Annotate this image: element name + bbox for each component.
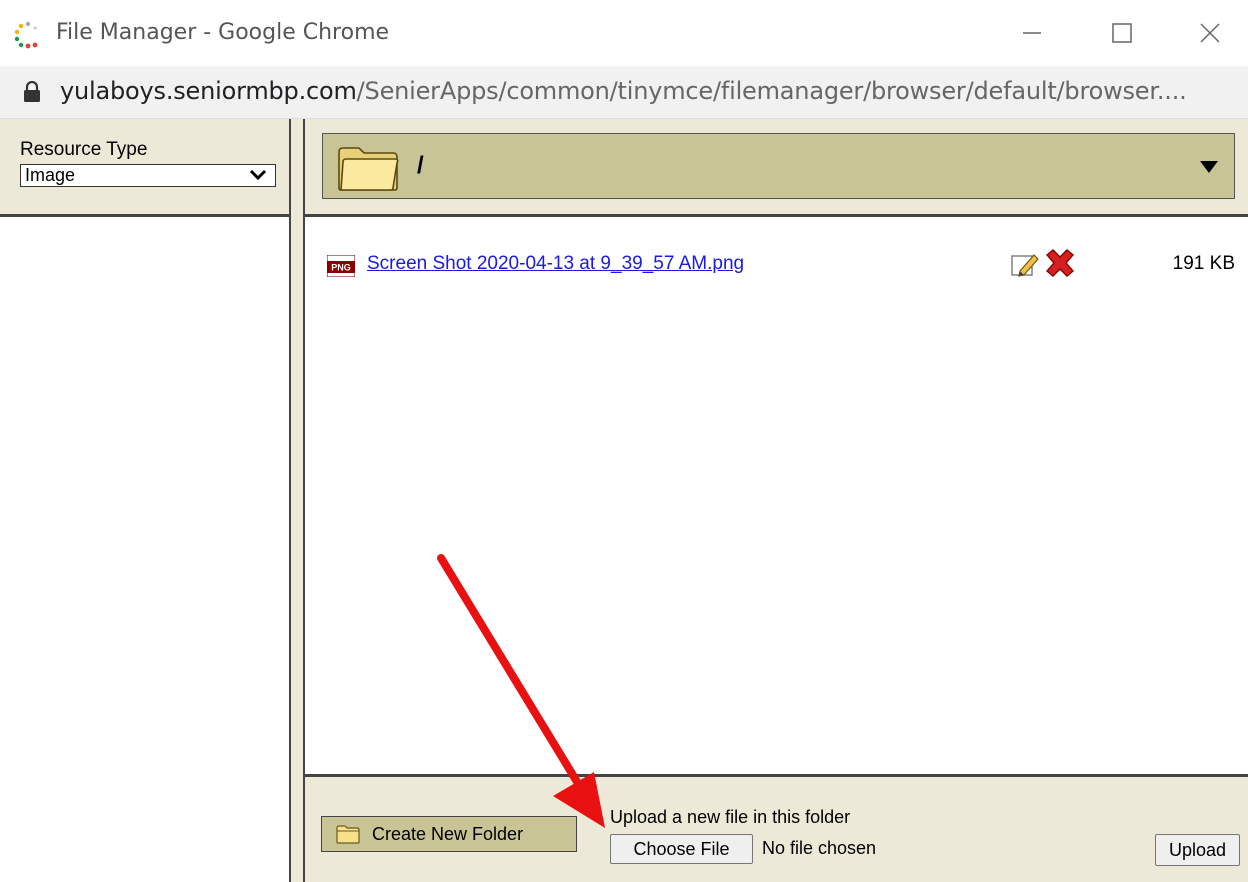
folder-header: / bbox=[305, 119, 1248, 217]
upload-toolbar: Create New Folder Upload a new file in t… bbox=[305, 774, 1248, 882]
minimize-icon bbox=[1023, 32, 1041, 34]
file-size: 191 KB bbox=[1172, 253, 1235, 274]
png-badge-text: PNG bbox=[331, 263, 351, 273]
edit-icon[interactable] bbox=[1009, 249, 1039, 279]
current-folder-path: / bbox=[417, 152, 424, 179]
upload-button[interactable]: Upload bbox=[1155, 834, 1240, 866]
url-host: yulaboys.seniormbp.com bbox=[60, 77, 357, 105]
folder-icon bbox=[336, 825, 360, 844]
close-icon bbox=[1200, 23, 1220, 43]
resource-type-label: Resource Type bbox=[20, 139, 148, 160]
maximize-button[interactable] bbox=[1092, 10, 1152, 56]
png-file-icon: PNG bbox=[327, 255, 355, 277]
chrome-app-icon bbox=[14, 21, 38, 49]
create-new-folder-button[interactable]: Create New Folder bbox=[321, 816, 577, 852]
resource-type-panel: Resource Type Image bbox=[0, 119, 289, 217]
choose-file-button[interactable]: Choose File bbox=[610, 834, 753, 864]
resource-type-value: Image bbox=[25, 165, 76, 185]
file-status-text: No file chosen bbox=[762, 838, 877, 858]
upload-instruction: Upload a new file in this folder bbox=[610, 807, 851, 827]
file-name-link[interactable]: Screen Shot 2020-04-13 at 9_39_57 AM.png bbox=[367, 253, 744, 275]
maximize-icon bbox=[1112, 23, 1132, 43]
chevron-down-icon bbox=[249, 169, 267, 181]
left-panel: Resource Type Image bbox=[0, 119, 289, 882]
minimize-button[interactable] bbox=[1002, 10, 1062, 56]
close-button[interactable] bbox=[1180, 10, 1240, 56]
resource-type-select[interactable]: Image bbox=[20, 164, 276, 187]
file-row: PNG Screen Shot 2020-04-13 at 9_39_57 AM… bbox=[325, 249, 1235, 279]
window-title: File Manager - Google Chrome bbox=[56, 20, 390, 45]
file-list: PNG Screen Shot 2020-04-13 at 9_39_57 AM… bbox=[305, 217, 1248, 777]
url-path: /SenierApps/common/tinymce/filemanager/b… bbox=[356, 77, 1187, 105]
address-bar[interactable]: yulaboys.seniormbp.com/SenierApps/common… bbox=[0, 66, 1248, 119]
lock-icon bbox=[24, 81, 40, 102]
delete-icon[interactable] bbox=[1043, 247, 1077, 279]
window-title-bar: File Manager - Google Chrome bbox=[0, 0, 1248, 66]
url-text[interactable]: yulaboys.seniormbp.com/SenierApps/common… bbox=[60, 77, 1187, 105]
right-panel: / PNG Screen Shot 2020-04-13 at 9_39_57 … bbox=[305, 119, 1248, 882]
folder-icon bbox=[338, 147, 399, 191]
create-folder-label: Create New Folder bbox=[372, 824, 524, 844]
folder-selector[interactable]: / bbox=[322, 133, 1235, 199]
panel-splitter[interactable] bbox=[289, 119, 305, 882]
dropdown-arrow-icon[interactable] bbox=[1199, 160, 1219, 174]
